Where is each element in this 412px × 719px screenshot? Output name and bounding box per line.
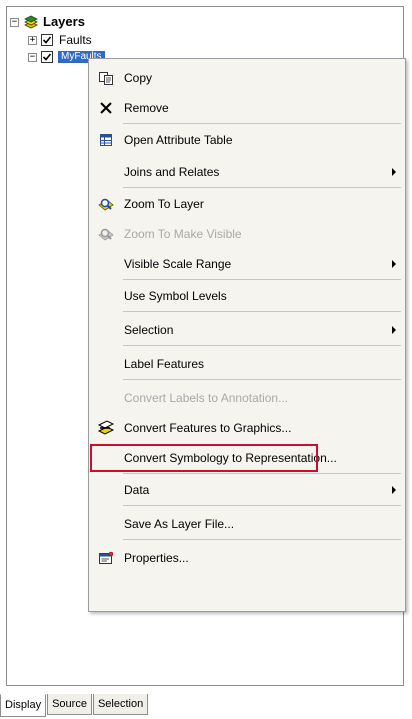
menu-item-label: Open Attribute Table [124,133,233,147]
tab-display[interactable]: Display [0,694,47,717]
menu-separator [123,345,401,346]
menu-item-use-symbol-levels[interactable]: Use Symbol Levels [90,285,404,307]
menu-separator [123,123,401,124]
menu-item-label: Zoom To Make Visible [124,227,242,241]
menu-separator [123,505,401,506]
menu-separator [123,279,401,280]
menu-item-label: Joins and Relates [124,165,220,179]
menu-item-zoom-to-make-visible[interactable]: Zoom To Make Visible [90,223,404,245]
menu-item-remove[interactable]: Remove [90,97,404,119]
menu-item-joins-and-relates[interactable]: Joins and Relates [90,161,404,183]
menu-item-label: Remove [124,101,169,115]
menu-item-label: Use Symbol Levels [124,289,227,303]
tab-selection[interactable]: Selection [92,694,149,715]
submenu-arrow-icon [392,326,396,334]
menu-item-label: Copy [124,71,153,85]
menu-item-label: Selection [124,323,174,337]
collapse-icon[interactable]: − [10,17,19,27]
menu-item-save-as-layer-file[interactable]: Save As Layer File... [90,513,404,535]
layer-visibility-checkbox[interactable] [41,34,53,46]
menu-separator [123,379,401,380]
zoom-to-layer-icon [90,196,122,212]
convert-features-icon [90,420,122,436]
layers-label: Layers [43,14,85,29]
layer-context-menu: Copy Remove Open Attribute Table Joins a… [88,58,406,612]
menu-item-selection[interactable]: Selection [90,319,404,341]
submenu-arrow-icon [392,168,396,176]
layers-icon [23,15,39,29]
menu-item-label: Properties... [124,551,189,565]
menu-item-copy[interactable]: Copy [90,67,404,89]
menu-item-label: Label Features [124,357,205,371]
submenu-arrow-icon [392,260,396,268]
highlight-box [90,444,318,472]
menu-item-zoom-to-layer[interactable]: Zoom To Layer [90,193,404,215]
menu-item-properties[interactable]: Properties... [90,547,404,569]
menu-separator [123,311,401,312]
toc-tab-strip: Display Source Selection [0,694,149,717]
menu-item-label: Visible Scale Range [124,257,232,271]
menu-separator [123,187,401,188]
menu-item-data[interactable]: Data [90,479,404,501]
menu-item-label: Convert Features to Graphics... [124,421,292,435]
menu-item-visible-scale-range[interactable]: Visible Scale Range [90,253,404,275]
tree-root-layers[interactable]: − Layers [10,14,85,30]
menu-separator [123,473,401,474]
menu-item-label: Convert Labels to Annotation... [124,391,289,405]
menu-item-label: Data [124,483,150,497]
menu-item-convert-features-to-graphics[interactable]: Convert Features to Graphics... [90,417,404,439]
menu-separator [123,539,401,540]
checkmark-icon [42,53,52,61]
submenu-arrow-icon [392,486,396,494]
collapse-icon[interactable]: − [28,52,37,62]
menu-item-label-features[interactable]: Label Features [90,353,404,375]
layer-label: Faults [59,33,92,47]
menu-item-label: Zoom To Layer [124,197,204,211]
remove-icon [90,101,122,115]
menu-item-convert-labels-to-annotation[interactable]: Convert Labels to Annotation... [90,387,404,409]
properties-icon [90,550,122,566]
table-icon [90,133,122,147]
tab-source[interactable]: Source [47,694,92,715]
copy-icon [90,70,122,86]
zoom-to-visible-icon [90,226,122,242]
menu-item-label: Save As Layer File... [124,517,235,531]
layer-visibility-checkbox[interactable] [41,51,53,63]
expand-icon[interactable]: + [28,35,37,45]
menu-item-open-attribute-table[interactable]: Open Attribute Table [90,129,404,151]
layer-row-faults[interactable]: + Faults [28,32,92,48]
checkmark-icon [42,36,52,44]
